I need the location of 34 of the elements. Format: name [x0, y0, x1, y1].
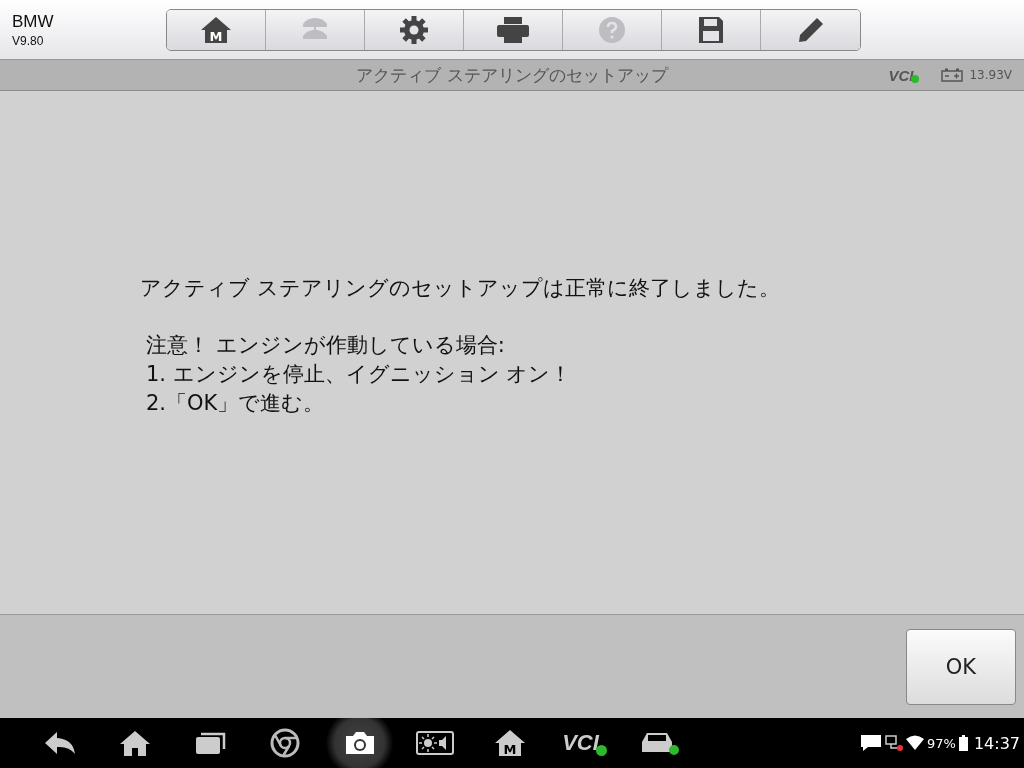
battery-icon — [941, 68, 964, 82]
printer-icon — [496, 15, 530, 44]
browser-icon[interactable] — [269, 728, 300, 758]
vci-status: VCI — [888, 66, 920, 84]
page-title: アクティブ ステアリングのセットアップ — [356, 63, 668, 87]
gear-button[interactable] — [365, 9, 464, 50]
version-label: V9.80 — [12, 33, 45, 48]
chat-icon — [860, 734, 882, 752]
save-button[interactable] — [662, 9, 761, 50]
help-icon — [598, 15, 626, 44]
camera-icon[interactable] — [343, 730, 376, 756]
ok-button[interactable]: OK — [906, 628, 1016, 705]
save-icon — [698, 15, 724, 44]
home-icon[interactable] — [118, 729, 151, 757]
pencil-button[interactable] — [761, 9, 860, 50]
network-icon — [885, 734, 903, 752]
recents-icon[interactable] — [193, 731, 226, 755]
notice-line: 注意！ エンジンが作動している場合: — [146, 332, 506, 359]
home-m-icon: M — [200, 15, 232, 44]
app-title: BMW — [12, 11, 55, 32]
home-button[interactable]: M — [167, 9, 266, 50]
pencil-icon — [796, 15, 825, 44]
voltage-reading: 13.93V — [969, 68, 1012, 82]
settings-icon — [399, 14, 429, 45]
brightness-volume-icon[interactable] — [415, 731, 454, 755]
home-m-icon[interactable]: M — [493, 729, 526, 757]
clock: 14:37 — [973, 733, 1020, 753]
wifi-icon — [906, 735, 924, 751]
printer-button[interactable] — [464, 9, 563, 50]
result-message: アクティブ ステアリングのセットアップは正常に終了しました。 — [140, 275, 780, 302]
notice-line: 1. エンジンを停止、イグニッション オン！ — [146, 361, 573, 388]
notice-line: 2.「OK」で進む。 — [146, 390, 326, 417]
battery-percent: 97% — [927, 735, 956, 751]
battery-icon — [958, 735, 968, 751]
